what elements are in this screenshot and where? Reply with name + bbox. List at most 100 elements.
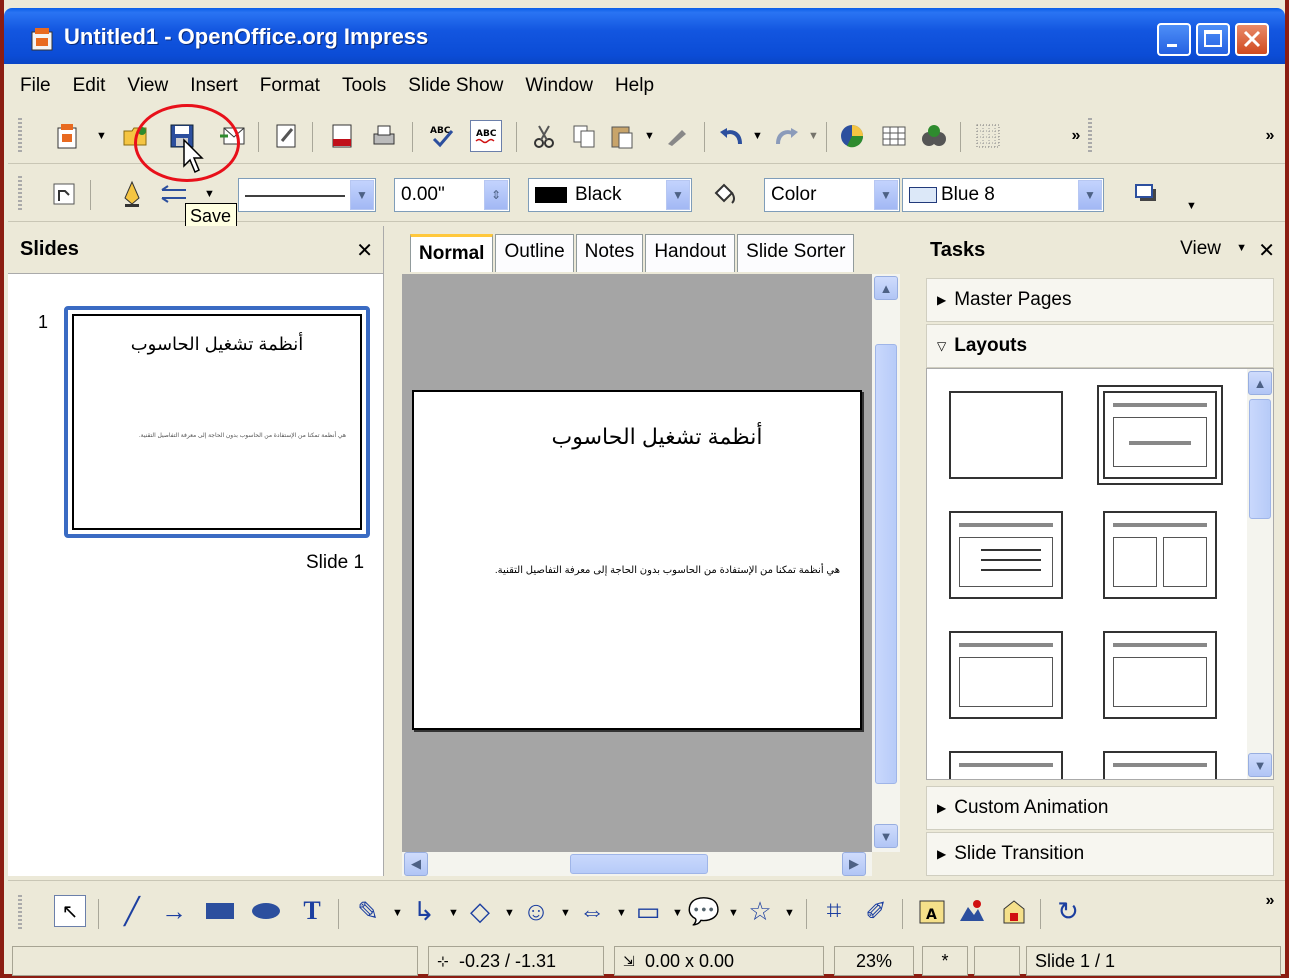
view-menu-button[interactable]: View — [1180, 238, 1221, 260]
menu-help[interactable]: Help — [615, 75, 654, 97]
text-icon[interactable]: T — [296, 895, 328, 927]
toolbar-grip[interactable] — [1088, 118, 1092, 154]
rotate-icon[interactable]: ↻ — [1052, 895, 1084, 927]
layout-title-list[interactable] — [949, 511, 1063, 599]
callouts-icon[interactable]: 💬 — [688, 895, 720, 927]
basic-shapes-icon[interactable]: ◇ — [464, 895, 496, 927]
scroll-down-icon[interactable]: ▼ — [1248, 753, 1272, 777]
stars-icon[interactable]: ☆ — [744, 895, 776, 927]
close-tasks-panel-icon[interactable]: ✕ — [1258, 238, 1275, 263]
flowchart-dropdown-icon[interactable]: ▼ — [672, 907, 683, 919]
toolbar-overflow-right-icon[interactable]: » — [1254, 120, 1286, 152]
connector-dropdown-icon[interactable]: ▼ — [448, 907, 459, 919]
block-arrows-icon[interactable]: ⇔ — [576, 895, 608, 927]
points-edit-icon[interactable]: ⌗ — [818, 895, 850, 927]
line-tool-icon[interactable] — [116, 178, 148, 210]
close-slides-panel-icon[interactable]: ✕ — [356, 238, 373, 263]
copy-icon[interactable] — [568, 120, 600, 152]
gallery-icon[interactable] — [998, 895, 1030, 927]
line-ends-style-icon[interactable] — [48, 178, 80, 210]
tab-normal[interactable]: Normal — [410, 234, 494, 272]
chevron-down-icon[interactable]: ▼ — [666, 180, 690, 210]
paste-icon[interactable] — [606, 120, 638, 152]
clone-formatting-icon[interactable] — [662, 120, 694, 152]
layout-title-content[interactable] — [1097, 385, 1223, 485]
tab-slide-sorter[interactable]: Slide Sorter — [737, 234, 855, 272]
toolbar-grip[interactable] — [18, 176, 22, 212]
minimize-button[interactable] — [1157, 23, 1191, 56]
horizontal-scrollbar[interactable]: ◀ ▶ — [402, 852, 872, 876]
vertical-scrollbar[interactable]: ▲ ▼ — [872, 274, 900, 852]
area-fill-select[interactable]: Blue 8 ▼ — [902, 178, 1104, 212]
line-arrow-icon[interactable]: → — [158, 895, 190, 927]
scroll-up-icon[interactable]: ▲ — [1248, 371, 1272, 395]
edit-file-icon[interactable] — [270, 120, 302, 152]
layout-title-two-lists[interactable] — [1103, 511, 1217, 599]
curve-dropdown-icon[interactable]: ▼ — [392, 907, 403, 919]
insert-picture-icon[interactable] — [956, 895, 988, 927]
layout-title-table[interactable] — [1103, 751, 1217, 779]
fontwork-icon[interactable]: A — [916, 895, 948, 927]
block-arrows-dropdown-icon[interactable]: ▼ — [616, 907, 627, 919]
layout-title-two-content[interactable] — [949, 751, 1063, 779]
task-slide-transition[interactable]: ▶ Slide Transition — [926, 832, 1274, 876]
redo-icon[interactable] — [770, 120, 802, 152]
menu-view[interactable]: View — [127, 75, 168, 97]
layout-title-only[interactable] — [949, 631, 1063, 719]
scroll-right-icon[interactable]: ▶ — [842, 852, 866, 876]
insert-table-icon[interactable] — [878, 120, 910, 152]
scroll-up-icon[interactable]: ▲ — [874, 276, 898, 300]
slide-body[interactable]: هي أنظمة تمكنا من الإستفادة من الحاسوب ب… — [450, 564, 840, 578]
new-dropdown-icon[interactable]: ▼ — [96, 130, 107, 142]
menu-insert[interactable]: Insert — [190, 75, 238, 97]
scroll-left-icon[interactable]: ◀ — [404, 852, 428, 876]
layout-title-content-box[interactable] — [1103, 631, 1217, 719]
undo-dropdown-icon[interactable]: ▼ — [752, 130, 763, 142]
autospellcheck-icon[interactable]: ABC — [470, 120, 502, 152]
insert-chart-icon[interactable] — [836, 120, 868, 152]
stars-dropdown-icon[interactable]: ▼ — [784, 907, 795, 919]
rectangle-icon[interactable] — [204, 895, 236, 927]
basic-shapes-dropdown-icon[interactable]: ▼ — [504, 907, 515, 919]
arrow-style-dropdown-icon[interactable]: ▼ — [204, 188, 215, 200]
toolbar-grip[interactable] — [18, 118, 22, 154]
close-button[interactable] — [1235, 23, 1269, 56]
area-fill-icon[interactable] — [708, 178, 740, 210]
line-icon[interactable]: ╱ — [116, 895, 148, 927]
new-document-icon[interactable] — [52, 120, 84, 152]
slide-title[interactable]: أنظمة تشغيل الحاسوب — [414, 424, 860, 450]
title-bar[interactable]: Untitled1 - OpenOffice.org Impress — [4, 8, 1285, 64]
chevron-down-icon[interactable]: ▼ — [874, 180, 898, 210]
maximize-button[interactable] — [1196, 23, 1230, 56]
menu-tools[interactable]: Tools — [342, 75, 386, 97]
flowchart-icon[interactable]: ▭ — [632, 895, 664, 927]
scrollbar-thumb[interactable] — [875, 344, 897, 784]
task-layouts[interactable]: ▽ Layouts — [926, 324, 1274, 368]
chevron-down-icon[interactable]: ▼ — [1078, 180, 1102, 210]
print-icon[interactable] — [368, 120, 400, 152]
scrollbar-thumb[interactable] — [570, 854, 708, 874]
undo-icon[interactable] — [716, 120, 748, 152]
cut-icon[interactable] — [528, 120, 560, 152]
spinner-arrows-icon[interactable]: ⇕ — [484, 180, 508, 210]
chevron-down-icon[interactable]: ▼ — [350, 180, 374, 210]
menu-file[interactable]: File — [20, 75, 51, 97]
ellipse-icon[interactable] — [250, 895, 282, 927]
curve-icon[interactable]: ✎ — [352, 895, 384, 927]
tab-handout[interactable]: Handout — [645, 234, 736, 272]
export-pdf-icon[interactable] — [326, 120, 358, 152]
grid-icon[interactable] — [972, 120, 1004, 152]
select-pointer-icon[interactable]: ↖ — [54, 895, 86, 927]
line-width-spinner[interactable]: 0.00" ⇕ — [394, 178, 510, 212]
slide-thumbnail[interactable]: أنظمة تشغيل الحاسوب هي أنظمة تمكنا من ال… — [64, 306, 370, 538]
scroll-down-icon[interactable]: ▼ — [874, 824, 898, 848]
layout-blank[interactable] — [949, 391, 1063, 479]
symbol-shapes-dropdown-icon[interactable]: ▼ — [560, 907, 571, 919]
navigator-icon[interactable] — [918, 120, 950, 152]
slide-editor[interactable]: أنظمة تشغيل الحاسوب هي أنظمة تمكنا من ال… — [412, 390, 862, 730]
scrollbar-thumb[interactable] — [1249, 399, 1271, 519]
task-custom-animation[interactable]: ▶ Custom Animation — [926, 786, 1274, 830]
menu-window[interactable]: Window — [525, 75, 593, 97]
toolbar-grip[interactable] — [18, 895, 22, 931]
toolbar-overflow-icon[interactable]: » — [1254, 885, 1286, 917]
